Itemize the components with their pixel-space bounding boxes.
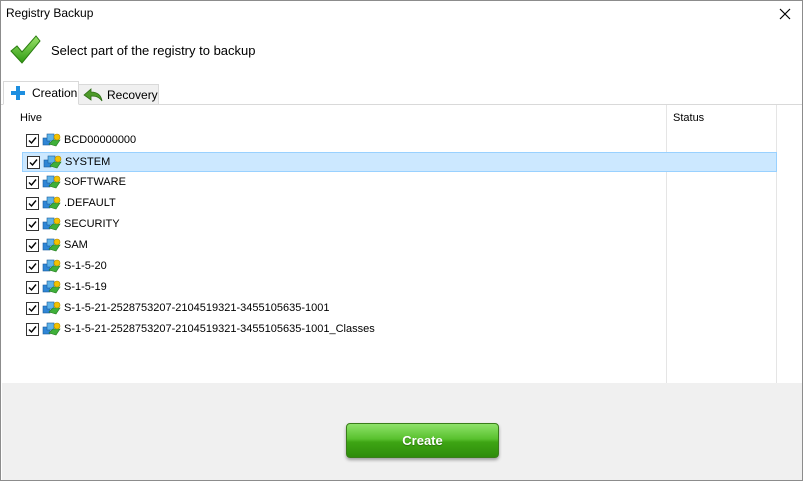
row-checkbox[interactable] (26, 218, 39, 231)
close-icon (779, 8, 791, 20)
column-header-hive[interactable]: Hive (20, 112, 42, 124)
registry-hive-icon (42, 279, 62, 296)
registry-hive-icon (42, 300, 62, 317)
list-item-label: SECURITY (64, 218, 120, 230)
list-item[interactable]: SOFTWARE (22, 173, 777, 193)
list-item[interactable]: BCD00000000 (22, 131, 777, 151)
list-item[interactable]: S-1-5-19 (22, 278, 777, 298)
registry-hive-icon (42, 195, 62, 212)
list-item-label: S-1-5-21-2528753207-2104519321-345510563… (64, 323, 375, 335)
checkmark-icon (10, 35, 41, 64)
list-item-label: S-1-5-19 (64, 281, 107, 293)
list-item[interactable]: S-1-5-21-2528753207-2104519321-345510563… (22, 299, 777, 319)
row-checkbox[interactable] (26, 197, 39, 210)
hive-list[interactable]: Hive Status BCD00000000 SYSTEM SOFTWARE .DE… (2, 105, 802, 383)
registry-hive-icon (42, 132, 62, 149)
create-button[interactable]: Create (346, 423, 499, 458)
list-item-label: S-1-5-21-2528753207-2104519321-345510563… (64, 302, 330, 314)
tab-creation-label: Creation (32, 86, 78, 100)
list-item-label: SAM (64, 239, 88, 251)
list-header: Hive Status (2, 105, 802, 131)
close-button[interactable] (768, 1, 802, 27)
list-item-label: SYSTEM (65, 156, 111, 168)
title-bar: Registry Backup (1, 1, 802, 27)
registry-hive-icon (43, 154, 63, 171)
tab-recovery-label: Recovery (107, 87, 158, 102)
list-item[interactable]: SYSTEM (22, 152, 777, 172)
list-item[interactable]: SAM (22, 236, 777, 256)
row-checkbox[interactable] (26, 260, 39, 273)
row-checkbox[interactable] (26, 323, 39, 336)
list-item-label: S-1-5-20 (64, 260, 107, 272)
header: Select part of the registry to backup (1, 31, 802, 71)
list-item-label: BCD00000000 (64, 134, 137, 146)
list-item-label: SOFTWARE (64, 176, 126, 188)
list-item[interactable]: S-1-5-21-2528753207-2104519321-345510563… (22, 320, 777, 340)
tab-bar: Creation Recovery (1, 81, 802, 105)
list-item[interactable]: SECURITY (22, 215, 777, 235)
button-area: Create (2, 383, 802, 480)
column-header-status[interactable]: Status (673, 112, 704, 124)
registry-hive-icon (42, 216, 62, 233)
row-checkbox[interactable] (26, 302, 39, 315)
window-title: Registry Backup (6, 6, 94, 20)
row-checkbox[interactable] (26, 239, 39, 252)
row-checkbox[interactable] (27, 156, 40, 169)
tab-recovery[interactable]: Recovery (79, 84, 159, 105)
registry-hive-icon (42, 237, 62, 254)
tab-creation[interactable]: Creation (3, 81, 79, 105)
list-item[interactable]: .DEFAULT (22, 194, 777, 214)
back-arrow-icon (83, 86, 103, 104)
row-checkbox[interactable] (26, 134, 39, 147)
row-checkbox[interactable] (26, 281, 39, 294)
registry-backup-window: Registry Backup Select part of the regis… (0, 0, 803, 481)
header-instruction: Select part of the registry to backup (51, 43, 256, 58)
registry-hive-icon (42, 258, 62, 275)
registry-hive-icon (42, 174, 62, 191)
plus-icon (8, 84, 28, 102)
row-checkbox[interactable] (26, 176, 39, 189)
list-item-label: .DEFAULT (64, 197, 116, 209)
registry-hive-icon (42, 321, 62, 338)
list-item[interactable]: S-1-5-20 (22, 257, 777, 277)
